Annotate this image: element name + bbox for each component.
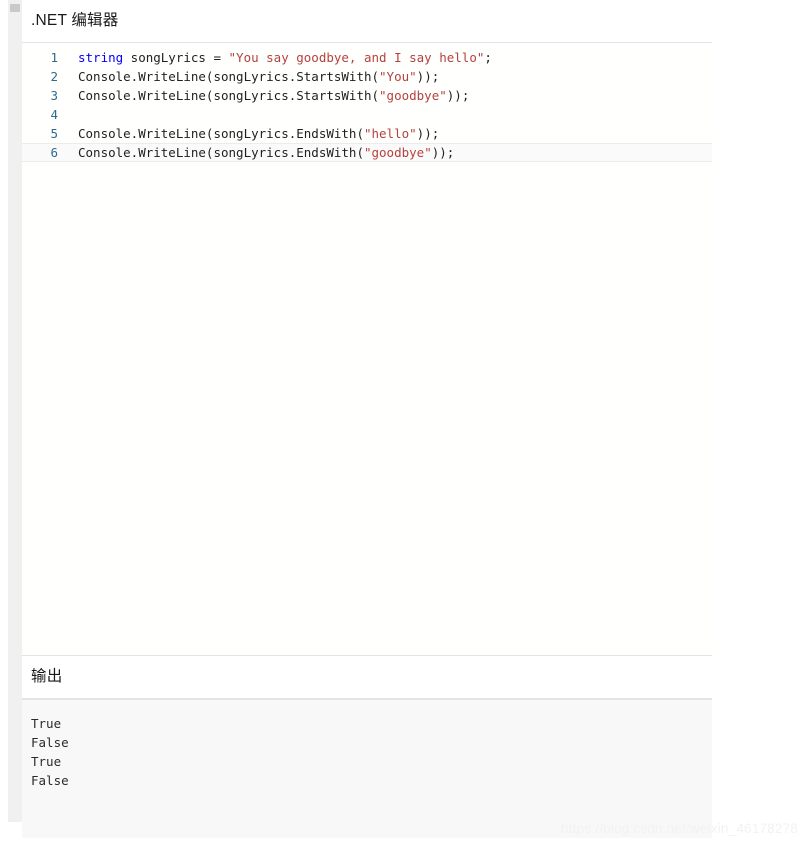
output-line: True	[31, 754, 62, 769]
dotnet-editor-app: .NET 编辑器 1 string songLyrics = "You say g…	[22, 0, 712, 838]
code-token-kw: string	[78, 50, 124, 65]
code-text[interactable]: Console.WriteLine(songLyrics.EndsWith("h…	[22, 124, 712, 143]
output-line: False	[31, 735, 69, 750]
code-token-plain: ;	[484, 50, 492, 65]
output-panel: 输出 True False True False	[22, 655, 712, 838]
code-token-plain: Console.WriteLine(songLyrics.EndsWith(	[78, 126, 364, 141]
code-token-plain: ));	[431, 145, 455, 160]
code-token-str: "You say goodbye, and I say hello"	[228, 50, 485, 65]
output-title: 输出	[22, 656, 712, 699]
output-line: True	[31, 716, 62, 731]
code-text[interactable]: Console.WriteLine(songLyrics.StartsWith(…	[22, 86, 712, 105]
code-token-str: "goodbye"	[363, 145, 432, 160]
code-line[interactable]: 1 string songLyrics = "You say goodbye, a…	[22, 48, 712, 67]
code-text[interactable]: Console.WriteLine(songLyrics.EndsWith("g…	[22, 144, 712, 161]
code-text[interactable]: string songLyrics = "You say goodbye, an…	[22, 48, 712, 67]
watermark: https://blog.csdn.net/weixin_46178278	[560, 821, 798, 836]
line-number: 3	[50, 88, 58, 103]
code-line[interactable]: 4	[22, 105, 712, 124]
scrollbar-thumb[interactable]	[10, 4, 20, 12]
code-area[interactable]: 1 string songLyrics = "You say goodbye, a…	[22, 43, 712, 162]
code-token-plain: ));	[446, 88, 470, 103]
line-number: 6	[50, 145, 58, 160]
code-text[interactable]: Console.WriteLine(songLyrics.StartsWith(…	[22, 67, 712, 86]
line-number: 1	[50, 50, 58, 65]
page-scrollbar[interactable]	[8, 0, 22, 822]
code-token-plain: Console.WriteLine(songLyrics.StartsWith(	[78, 69, 380, 84]
code-token-plain: songLyrics =	[123, 50, 229, 65]
code-token-plain: Console.WriteLine(songLyrics.StartsWith(	[78, 88, 380, 103]
code-editor[interactable]: 1 string songLyrics = "You say goodbye, a…	[22, 43, 712, 655]
code-token-str: "You"	[379, 69, 417, 84]
editor-panel: .NET 编辑器 1 string songLyrics = "You say g…	[22, 0, 712, 655]
code-line[interactable]: 2 Console.WriteLine(songLyrics.StartsWith…	[22, 67, 712, 86]
code-line[interactable]: 3 Console.WriteLine(songLyrics.StartsWith…	[22, 86, 712, 105]
code-token-plain: ));	[416, 126, 440, 141]
code-line[interactable]: 6 Console.WriteLine(songLyrics.EndsWith("…	[22, 143, 712, 162]
line-number: 4	[50, 107, 58, 122]
code-token-plain: Console.WriteLine(songLyrics.EndsWith(	[78, 145, 364, 160]
line-number: 5	[50, 126, 58, 141]
code-line[interactable]: 5 Console.WriteLine(songLyrics.EndsWith("…	[22, 124, 712, 143]
code-token-str: "goodbye"	[379, 88, 447, 103]
code-token-str: "hello"	[363, 126, 417, 141]
code-token-plain: ));	[416, 69, 440, 84]
editor-title: .NET 编辑器	[22, 0, 712, 43]
output-console: True False True False	[22, 699, 712, 838]
output-line: False	[31, 773, 69, 788]
line-number: 2	[50, 69, 58, 84]
